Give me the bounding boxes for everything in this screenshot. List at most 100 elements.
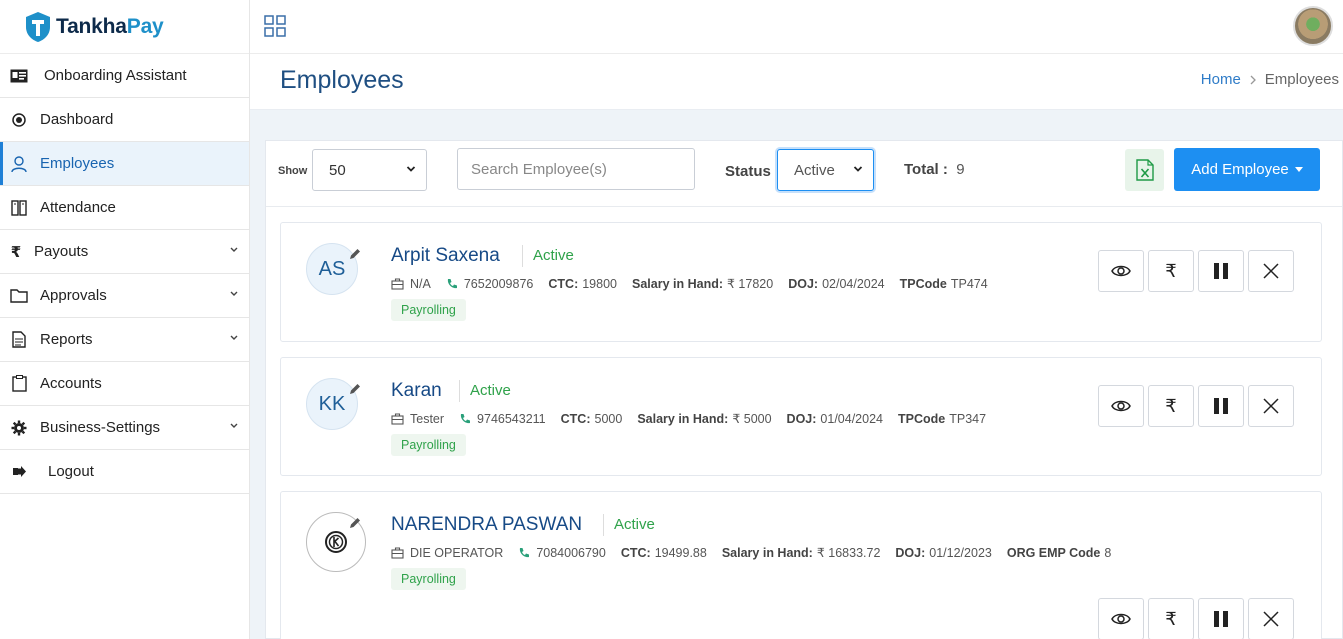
sidebar-item-label: Reports [40, 331, 93, 348]
add-employee-label: Add Employee [1191, 161, 1289, 178]
employee-card: KK Karan Active Tester 9746543211 CTC: 50… [280, 357, 1322, 476]
designation-value: DIE OPERATOR [410, 545, 504, 560]
book-icon [10, 199, 28, 217]
sidebar-item-business-settings[interactable]: Business-Settings [0, 406, 249, 450]
sidebar-item-label: Business-Settings [40, 419, 161, 436]
export-excel-button[interactable] [1125, 149, 1164, 191]
salary-value: ₹ 16833.72 [816, 546, 881, 560]
chevron-right-icon [1250, 75, 1256, 84]
pause-button[interactable] [1198, 250, 1244, 292]
sidebar-item-attendance[interactable]: Attendance [0, 186, 249, 230]
designation-value: Tester [410, 411, 445, 426]
employee-name[interactable]: Karan [391, 380, 442, 402]
briefcase-icon [391, 277, 404, 290]
briefcase-icon [391, 412, 404, 425]
ctc-value: 5000 [594, 411, 623, 426]
edit-pencil-icon[interactable] [348, 247, 362, 261]
code-value: TP474 [950, 276, 988, 291]
logo-text: TankhaPay [56, 14, 164, 38]
ctc-label: CTC: [548, 276, 579, 291]
ctc-field: CTC: 19800 [548, 277, 617, 291]
ctc-label: CTC: [560, 411, 591, 426]
sidebar-item-payouts[interactable]: ₹ Payouts [0, 230, 249, 274]
remove-button[interactable] [1248, 385, 1294, 427]
employee-status: Active [522, 245, 574, 267]
status-select[interactable]: Active [777, 149, 874, 191]
view-button[interactable] [1098, 385, 1144, 427]
code-label: TPCode [897, 411, 946, 426]
code-value: TP347 [949, 411, 987, 426]
doj-field: DOJ: 02/04/2024 [788, 277, 884, 291]
eye-icon [1111, 265, 1131, 277]
remove-button[interactable] [1248, 250, 1294, 292]
pause-icon [1214, 611, 1228, 627]
pause-button[interactable] [1198, 598, 1244, 639]
salary-value: ₹ 17820 [727, 277, 774, 291]
total-value: 9 [956, 161, 965, 178]
add-employee-button[interactable]: Add Employee [1174, 148, 1320, 191]
eye-icon [1111, 400, 1131, 412]
employee-card: NARENDRA PASWAN Active DIE OPERATOR 7084… [280, 491, 1322, 639]
show-count-select[interactable]: 50 [312, 149, 427, 191]
salary-value: ₹ 5000 [732, 412, 772, 426]
search-input[interactable] [457, 148, 695, 190]
doj-value: 01/04/2024 [820, 411, 883, 426]
sidebar-item-approvals[interactable]: Approvals [0, 274, 249, 318]
briefcase-icon [391, 546, 404, 559]
salary-button[interactable]: ₹ [1148, 598, 1194, 639]
sidebar-item-logout[interactable]: Logout [0, 450, 249, 494]
pause-button[interactable] [1198, 385, 1244, 427]
sidebar-item-accounts[interactable]: Accounts [0, 362, 249, 406]
sidebar-item-dashboard[interactable]: Dashboard [0, 98, 249, 142]
code-field: TPCode TP474 [900, 277, 988, 291]
ctc-value: 19499.88 [654, 545, 707, 560]
total-label: Total : [904, 161, 948, 178]
user-icon [10, 155, 28, 173]
view-button[interactable] [1098, 598, 1144, 639]
sidebar-item-employees[interactable]: Employees [0, 142, 249, 186]
apps-grid-icon[interactable] [264, 15, 286, 37]
ctc-field: CTC: 5000 [561, 412, 623, 426]
doj-field: DOJ: 01/04/2024 [787, 412, 883, 426]
code-label: TPCode [899, 276, 947, 291]
logo[interactable]: TankhaPay [0, 0, 249, 54]
salary-field: Salary in Hand: ₹ 5000 [637, 411, 772, 427]
employee-status: Active [459, 380, 511, 402]
sidebar-item-label: Attendance [40, 199, 116, 216]
eye-icon [1111, 613, 1131, 625]
chevron-down-icon [406, 166, 416, 172]
user-avatar[interactable] [1293, 6, 1333, 46]
sidebar-item-reports[interactable]: Reports [0, 318, 249, 362]
page-header: Employees Home Employees [250, 54, 1343, 110]
remove-button[interactable] [1248, 598, 1294, 639]
employee-details: Tester 9746543211 CTC: 5000 Salary in Han… [391, 411, 1001, 426]
rupee-icon: ₹ [1165, 395, 1177, 416]
salary-field: Salary in Hand: ₹ 16833.72 [722, 545, 881, 561]
employee-name[interactable]: Arpit Saxena [391, 245, 500, 267]
pause-icon [1214, 398, 1228, 414]
tankhapay-logo-icon [26, 11, 50, 42]
phone-value: 7652009876 [463, 276, 534, 291]
view-button[interactable] [1098, 250, 1144, 292]
designation-field: Tester [391, 412, 444, 426]
chevron-down-icon [230, 335, 238, 340]
sidebar-item-label: Dashboard [40, 111, 114, 128]
breadcrumb-home-link[interactable]: Home [1201, 71, 1241, 88]
sidebar-item-label: Approvals [40, 287, 107, 304]
edit-pencil-icon[interactable] [348, 516, 362, 530]
salary-label: Salary in Hand: [632, 276, 723, 291]
breadcrumb-current: Employees [1264, 71, 1339, 88]
salary-button[interactable]: ₹ [1148, 250, 1194, 292]
designation-field: DIE OPERATOR [391, 546, 503, 560]
salary-field: Salary in Hand: ₹ 17820 [632, 276, 774, 292]
code-label: ORG EMP Code [1006, 545, 1101, 560]
salary-button[interactable]: ₹ [1148, 385, 1194, 427]
target-icon [10, 111, 28, 129]
sidebar-item-onboarding-assistant[interactable]: Onboarding Assistant [0, 54, 249, 98]
employee-name[interactable]: NARENDRA PASWAN [391, 514, 582, 536]
page-title: Employees [280, 66, 404, 94]
edit-pencil-icon[interactable] [348, 382, 362, 396]
doj-label: DOJ: [895, 545, 926, 560]
rupee-icon: ₹ [1165, 260, 1177, 281]
top-bar [250, 0, 1343, 54]
